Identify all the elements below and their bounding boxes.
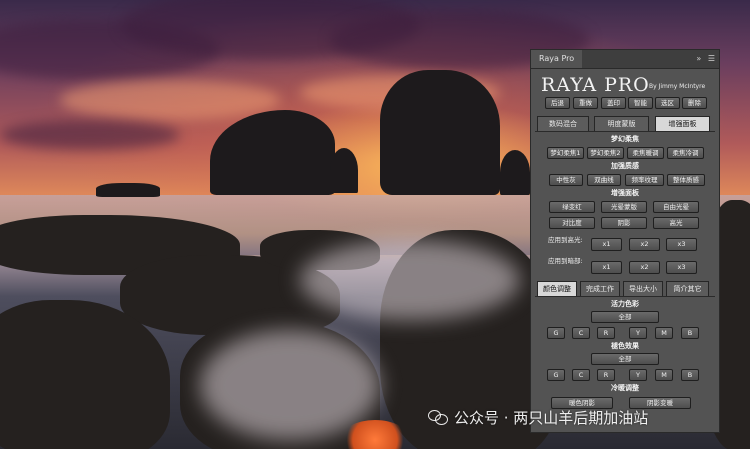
section-title-dreamy-soft: 梦幻柔焦 [611,135,639,143]
effect-b-button[interactable]: B [681,369,699,381]
vibrance-y-button[interactable]: Y [629,327,647,339]
frequency-texture-button[interactable]: 频率纹理 [625,174,664,186]
highlights-x1-button[interactable]: x1 [591,238,622,251]
effect-g-button[interactable]: G [547,369,565,381]
shadows-x2-button[interactable]: x2 [629,261,660,274]
soft-cool-button[interactable]: 柔焦冷调 [667,147,704,159]
raya-pro-panel: Raya Pro » ☰ RAYA PRO By Jimmy McIntyre … [530,49,720,433]
highlights-x2-button[interactable]: x2 [629,238,660,251]
highlights-x3-button[interactable]: x3 [666,238,697,251]
stamp-button[interactable]: 盖印 [601,97,626,109]
panel-tab-raya-pro[interactable]: Raya Pro [531,50,583,68]
tab-color-adjust[interactable]: 颜色调整 [537,281,577,296]
watermark-text: 公众号 · 两只山羊后期加油站 [454,409,649,427]
undo-button[interactable]: 后退 [545,97,570,109]
section-title-enhance-panel: 增强面板 [611,189,639,197]
effect-c-button[interactable]: C [572,369,590,381]
redo-button[interactable]: 重做 [573,97,598,109]
section-title-color-effect: 褪色效果 [611,342,639,350]
section-title-vibrance: 活力色彩 [611,300,639,308]
selection-button[interactable]: 选区 [655,97,680,109]
wechat-icon [428,409,448,425]
overall-texture-button[interactable]: 整体质感 [667,174,705,186]
panel-title-bar: Raya Pro » ☰ [531,50,719,69]
tab-finish-work[interactable]: 完成工作 [580,281,620,296]
tab-intro-other[interactable]: 简介其它 [666,281,709,296]
contrast-button[interactable]: 对比度 [549,217,595,229]
smart-button[interactable]: 智能 [628,97,653,109]
free-glow-button[interactable]: 自由光晕 [653,201,699,213]
vibrance-g-button[interactable]: G [547,327,565,339]
vibrance-r-button[interactable]: R [597,327,615,339]
neutral-gray-button[interactable]: 中性灰 [549,174,583,186]
section-title-enhance-details: 加强质感 [611,162,639,170]
author-byline: By Jimmy McIntyre [649,83,706,90]
dreamy-soft-1-button[interactable]: 梦幻柔焦1 [547,147,584,159]
menu-icon[interactable]: ☰ [708,54,715,63]
green-to-red-button[interactable]: 绿变红 [549,201,595,213]
vibrance-b-button[interactable]: B [681,327,699,339]
vibrance-all-button[interactable]: 全部 [591,311,659,323]
soft-warm-button[interactable]: 柔焦暖调 [627,147,664,159]
apply-shadows-label: 应用到暗部: [548,257,583,265]
double-chevron-icon[interactable]: » [696,54,701,63]
shadows-button[interactable]: 阴影 [601,217,647,229]
highlights-button[interactable]: 高光 [653,217,699,229]
shadows-x3-button[interactable]: x3 [666,261,697,274]
tab-digital-blending[interactable]: 数码混合 [537,116,589,131]
effect-m-button[interactable]: M [655,369,673,381]
raya-pro-logo: RAYA PRO [541,74,650,96]
tab-export-size[interactable]: 导出大小 [623,281,663,296]
dreamy-soft-2-button[interactable]: 梦幻柔焦2 [587,147,624,159]
tab-enhance-panel[interactable]: 增强面板 [655,116,710,131]
shadows-x1-button[interactable]: x1 [591,261,622,274]
vibrance-m-button[interactable]: M [655,327,673,339]
dual-curves-button[interactable]: 双曲线 [587,174,621,186]
effect-y-button[interactable]: Y [629,369,647,381]
apply-highlights-label: 应用到高光: [548,236,583,244]
vibrance-c-button[interactable]: C [572,327,590,339]
wechat-watermark: 公众号 · 两只山羊后期加油站 [428,407,648,428]
effect-all-button[interactable]: 全部 [591,353,659,365]
glow-mask-button[interactable]: 光晕蒙版 [601,201,647,213]
section-title-warm-cool: 冷暖调整 [611,384,639,392]
effect-r-button[interactable]: R [597,369,615,381]
delete-button[interactable]: 删除 [682,97,707,109]
tab-luminosity-masks[interactable]: 明度蒙版 [594,116,649,131]
